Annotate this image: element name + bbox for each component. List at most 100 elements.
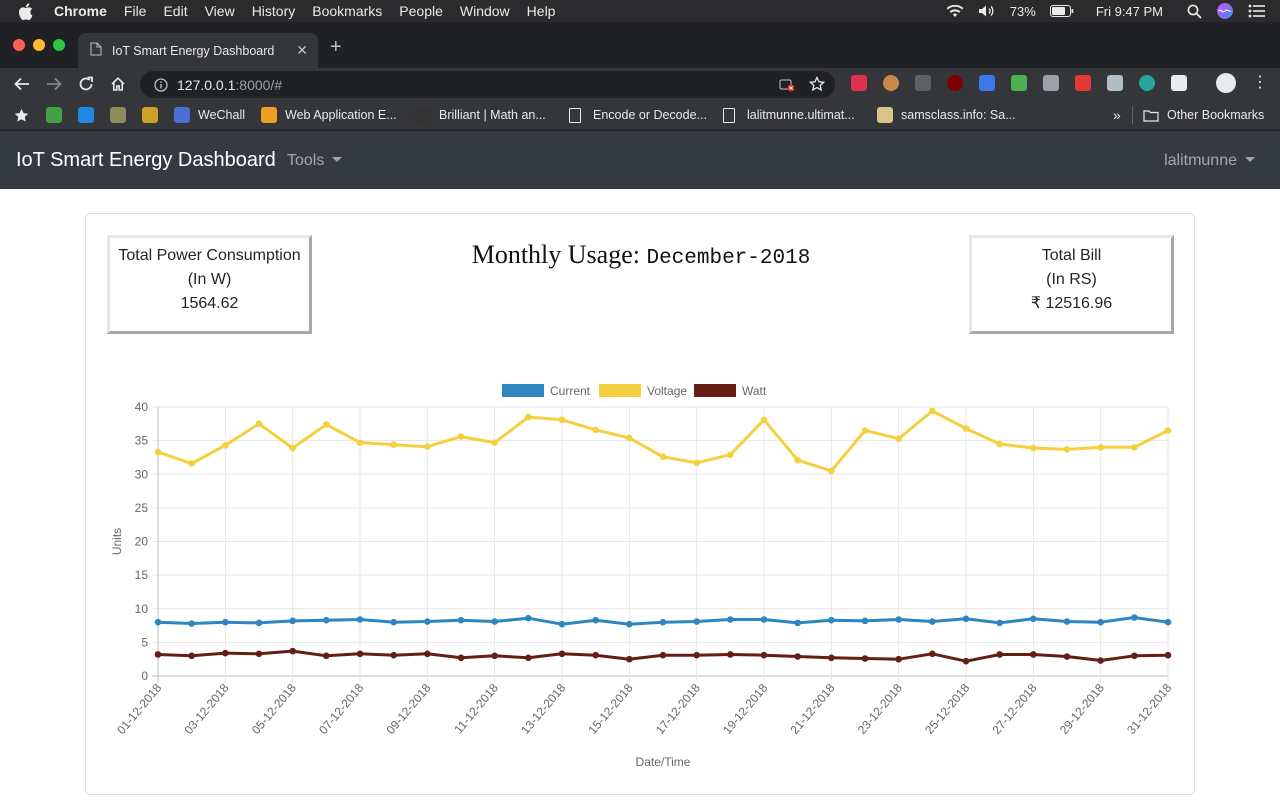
data-point-current — [491, 618, 498, 625]
home-icon[interactable] — [107, 73, 129, 95]
data-point-watt — [525, 654, 532, 662]
caret-down-icon — [332, 156, 343, 162]
document-icon — [90, 42, 102, 59]
new-tab-button[interactable]: + — [330, 36, 342, 59]
data-point-current — [996, 619, 1003, 627]
extension-icon-11[interactable] — [1171, 75, 1187, 91]
data-point-watt — [255, 650, 263, 658]
browser-toolbar: 127.0.0.1:8000/# ⋮ — [0, 68, 1280, 100]
address-bar[interactable]: 127.0.0.1:8000/# — [140, 71, 835, 98]
x-tick-label: 23-12-2018 — [855, 681, 905, 737]
user-label: lalitmunne — [1164, 152, 1237, 169]
siri-icon[interactable] — [1216, 2, 1234, 20]
data-point-watt — [1131, 652, 1138, 660]
data-point-watt — [626, 655, 633, 663]
extension-icon-5[interactable] — [979, 75, 995, 91]
data-point-current — [255, 619, 263, 627]
bookmark-star-icon[interactable] — [808, 75, 826, 95]
bookmark-wechall[interactable]: WeChall — [174, 107, 245, 123]
profile-avatar[interactable] — [1216, 73, 1236, 93]
data-point-current — [154, 618, 162, 626]
data-point-watt — [289, 647, 296, 655]
bookmark-brilliant[interactable]: Brilliant | Math an... — [415, 107, 546, 123]
data-point-watt — [424, 650, 431, 658]
data-point-watt — [727, 651, 734, 658]
data-point-watt — [693, 651, 700, 659]
bookmark-icon-4[interactable] — [142, 107, 158, 123]
document-icon — [569, 107, 581, 123]
close-window-button[interactable] — [13, 39, 25, 51]
menu-help[interactable]: Help — [527, 0, 556, 22]
bookmarks-divider — [1132, 106, 1133, 124]
menu-file[interactable]: File — [124, 0, 147, 22]
cookie-extension-icon[interactable] — [883, 75, 899, 91]
data-point-watt — [592, 651, 599, 659]
x-tick-label: 05-12-2018 — [249, 681, 299, 737]
bookmark-icon-3[interactable] — [110, 107, 126, 123]
blocked-content-icon[interactable] — [779, 77, 795, 96]
extension-icon-8[interactable] — [1075, 75, 1091, 91]
menu-history[interactable]: History — [252, 0, 296, 22]
extension-icon-3[interactable] — [915, 75, 931, 91]
x-tick-label: 27-12-2018 — [989, 681, 1039, 737]
usage-line-chart: 0 5 10 15 20 25 30 35 40 01-12-2018 03-12-2018 05-1… — [110, 384, 1175, 769]
apple-icon[interactable] — [18, 2, 36, 20]
bookmark-samsclass[interactable]: samsclass.info: Sa... — [877, 107, 1016, 123]
data-point-watt — [659, 651, 667, 659]
menu-bookmarks[interactable]: Bookmarks — [312, 0, 382, 22]
data-point-current — [1063, 618, 1071, 625]
other-bookmarks-folder[interactable]: Other Bookmarks — [1143, 107, 1264, 123]
menu-app-chrome[interactable]: Chrome — [54, 0, 107, 22]
data-point-current — [1097, 618, 1104, 626]
data-point-voltage — [659, 453, 667, 461]
bookmarks-star-icon[interactable] — [14, 107, 29, 123]
tools-dropdown[interactable]: Tools — [287, 152, 343, 170]
data-point-current — [525, 614, 532, 622]
data-point-watt — [996, 651, 1003, 658]
extension-icon-10[interactable] — [1139, 75, 1155, 91]
x-tick-label: 19-12-2018 — [720, 681, 770, 737]
zoom-window-button[interactable] — [53, 39, 65, 51]
extension-icon-7[interactable] — [1043, 75, 1059, 91]
bookmark-icon-b64[interactable] — [46, 107, 62, 123]
wifi-icon[interactable] — [946, 4, 964, 18]
reload-icon[interactable] — [75, 73, 97, 95]
back-arrow-icon[interactable] — [11, 73, 33, 95]
data-point-voltage — [626, 434, 633, 442]
battery-icon[interactable] — [1049, 5, 1074, 17]
caret-down-icon — [1245, 156, 1255, 162]
menu-view[interactable]: View — [205, 0, 235, 22]
browser-tab-active[interactable]: IoT Smart Energy Dashboard ✕ — [78, 33, 318, 68]
menu-people[interactable]: People — [399, 0, 443, 22]
extension-icon-9[interactable] — [1107, 75, 1123, 91]
minimize-window-button[interactable] — [33, 39, 45, 51]
notification-center-icon[interactable] — [1248, 4, 1266, 18]
forward-arrow-icon[interactable] — [43, 73, 65, 95]
spotlight-search-icon[interactable] — [1187, 4, 1202, 19]
tab-close-icon[interactable]: ✕ — [296, 42, 308, 59]
bookmarks-overflow-button[interactable]: » — [1113, 107, 1121, 123]
y-tick-label: 10 — [135, 602, 149, 616]
data-point-voltage — [996, 440, 1003, 448]
page-viewport: IoT Smart Energy Dashboard Tools lalitmu… — [0, 131, 1280, 800]
data-point-watt — [1097, 657, 1104, 664]
site-info-icon[interactable] — [154, 77, 168, 92]
bookmarks-bar: WeChall Web Application E... Brilliant |… — [0, 100, 1280, 130]
extension-icon-1[interactable] — [851, 75, 867, 91]
menu-edit[interactable]: Edit — [163, 0, 187, 22]
chrome-menu-icon[interactable]: ⋮ — [1252, 74, 1268, 92]
menubar-status-area: 73% Fri 9:47 PM — [946, 0, 1266, 22]
bookmark-encode-decode[interactable]: Encode or Decode... — [569, 107, 707, 123]
extension-icon-6[interactable] — [1011, 75, 1027, 91]
clock[interactable]: Fri 9:47 PM — [1096, 4, 1163, 19]
bookmark-lalitmunne[interactable]: lalitmunne.ultimat... — [723, 107, 855, 123]
volume-icon[interactable] — [978, 4, 996, 18]
bookmark-icon-h[interactable] — [78, 107, 94, 123]
ublock-icon[interactable] — [947, 75, 963, 91]
bookmark-web-app[interactable]: Web Application E... — [261, 107, 397, 123]
menu-window[interactable]: Window — [460, 0, 510, 22]
url-path: :8000/# — [235, 76, 283, 93]
data-point-current — [592, 616, 599, 624]
user-dropdown[interactable]: lalitmunne — [1164, 152, 1255, 170]
navbar-brand[interactable]: IoT Smart Energy Dashboard — [16, 149, 276, 172]
